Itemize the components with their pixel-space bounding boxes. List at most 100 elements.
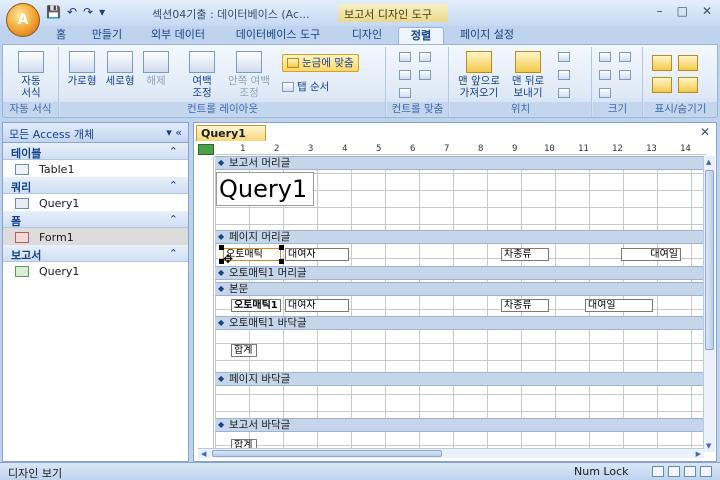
size-to-grid-button[interactable] [619, 51, 634, 63]
tab-external-data[interactable]: 외부 데이터 [142, 27, 214, 44]
align-bottom-button[interactable] [419, 69, 434, 81]
align-grid-button[interactable] [399, 87, 414, 99]
selection-handle[interactable] [219, 245, 224, 250]
align-right-button[interactable] [419, 51, 434, 63]
stacked-button[interactable]: 세로형 [102, 51, 138, 87]
scroll-right-icon[interactable]: ▶ [696, 450, 701, 458]
nav-item-query1[interactable]: Query1 [3, 194, 188, 211]
office-button[interactable]: A [6, 3, 40, 37]
layout-view-icon[interactable] [668, 466, 680, 477]
nav-group-tables[interactable]: 테이블 ⌃ [3, 143, 188, 160]
size-tallest-button[interactable] [599, 69, 614, 81]
show-ruler-button[interactable] [678, 55, 698, 73]
nav-item-report-query1[interactable]: Query1 [3, 262, 188, 279]
report-design-window: Query1 ✕ 1 2 3 4 5 6 7 8 9 10 11 12 13 1… [193, 122, 717, 462]
nav-item-table1[interactable]: Table1 [3, 160, 188, 177]
customize-qat-icon[interactable]: ▾ [99, 5, 105, 19]
horizontal-scrollbar[interactable]: ◀ ▶ [198, 448, 704, 458]
group-control-align: 컨트롤 맞춤 [387, 47, 449, 117]
nav-item-form1[interactable]: Form1 [3, 228, 188, 245]
show-header-footer-button[interactable] [652, 77, 672, 95]
align-left-button[interactable] [399, 51, 414, 63]
nav-header-controls-icon[interactable]: ▾ « [166, 126, 182, 139]
page-header-label-rental-date[interactable]: 대여일 [621, 248, 681, 261]
page-header-label-renter[interactable]: 대여자 [285, 248, 349, 261]
padding-button[interactable]: 안쪽 여백 조정 [224, 51, 274, 99]
nav-group-forms[interactable]: 폼 ⌃ [3, 211, 188, 228]
section-report-header[interactable]: 보고서 머리글 [215, 156, 704, 170]
horizontal-scroll-thumb[interactable] [212, 450, 442, 457]
nav-header[interactable]: 모든 Access 개체 ▾ « [3, 123, 188, 143]
undo-icon[interactable]: ↶ [67, 5, 77, 19]
tab-order-button[interactable]: 탭 순서 [282, 81, 329, 93]
tab-create[interactable]: 만들기 [84, 27, 130, 44]
nav-group-reports[interactable]: 보고서 ⌃ [3, 245, 188, 262]
align-top-button[interactable] [399, 69, 414, 81]
report-view-icon[interactable] [652, 466, 664, 477]
margins-button[interactable]: 여백 조정 [182, 51, 222, 99]
page-header-label-car-type[interactable]: 차종류 [501, 248, 549, 261]
report-design-canvas[interactable]: 보고서 머리글 Query1 페이지 머리글 오토매틱 ✥ 대여자 차종류 대여… [215, 156, 704, 452]
report-selector[interactable] [198, 144, 214, 155]
section-detail[interactable]: 본문 [215, 282, 704, 296]
size-to-fit-button[interactable] [599, 51, 614, 63]
scroll-down-icon[interactable]: ▼ [706, 442, 711, 450]
section-page-footer[interactable]: 페이지 바닥글 [215, 372, 704, 386]
tab-order-icon [282, 82, 294, 92]
document-tab-query1[interactable]: Query1 [196, 125, 266, 141]
size-grid-icon [619, 52, 631, 62]
tab-page-setup[interactable]: 페이지 설정 [452, 27, 522, 44]
minimize-icon[interactable]: – [657, 4, 663, 18]
show-grid-button[interactable] [652, 55, 672, 73]
vertical-scroll-thumb[interactable] [705, 170, 714, 350]
design-view-icon[interactable] [684, 466, 696, 477]
tab-arrange[interactable]: 정렬 [398, 27, 444, 44]
spacing-h-button[interactable] [558, 51, 573, 63]
group-size: 크기 [593, 47, 643, 117]
section-group-header[interactable]: 오토매틱1 머리글 [215, 266, 704, 280]
grid-icon [652, 55, 672, 71]
redo-icon[interactable]: ↷ [83, 5, 93, 19]
detail-field-car-type[interactable]: 차종류 [501, 299, 549, 312]
snap-to-grid-button[interactable]: 눈금에 맞춤 [282, 54, 359, 72]
size-shortest-button[interactable] [619, 69, 634, 81]
bring-to-front-button[interactable]: 맨 앞으로 가져오기 [456, 51, 502, 99]
selection-handle[interactable] [279, 245, 284, 250]
section-group-footer[interactable]: 오토매틱1 바닥글 [215, 316, 704, 330]
query-icon [15, 198, 29, 209]
close-document-icon[interactable]: ✕ [700, 125, 710, 139]
spacing-v-button[interactable] [558, 69, 573, 81]
save-icon[interactable]: 💾 [46, 5, 61, 19]
selection-handle[interactable] [279, 259, 284, 264]
ribbon: 자동 서식 자동 서식 가로형 세로형 해제 여백 조정 안쪽 여백 조정 눈금 [2, 44, 718, 118]
autoformat-button[interactable]: 자동 서식 [11, 51, 51, 99]
tabular-button[interactable]: 가로형 [64, 51, 100, 87]
report-title-label[interactable]: Query1 [216, 172, 314, 206]
tab-design[interactable]: 디자인 [344, 27, 390, 44]
group-footer-total-label[interactable]: 합계 [231, 344, 257, 357]
print-preview-icon[interactable] [700, 466, 712, 477]
detail-field-rental-date[interactable]: 대여일 [585, 299, 653, 312]
spacing-equal-button[interactable] [558, 87, 573, 99]
remove-layout-button[interactable]: 해제 [140, 51, 172, 87]
detail-field-automatic1[interactable]: 오토매틱1 [231, 299, 281, 312]
scroll-up-icon[interactable]: ▲ [706, 158, 711, 166]
section-page-header[interactable]: 페이지 머리글 [215, 230, 704, 244]
vertical-ruler[interactable] [198, 156, 214, 452]
send-to-back-button[interactable]: 맨 뒤로 보내기 [506, 51, 550, 99]
size-widest-button[interactable] [599, 87, 614, 99]
vertical-scrollbar[interactable]: ▲ ▼ [703, 156, 715, 452]
section-report-footer[interactable]: 보고서 바닥글 [215, 418, 704, 432]
maximize-icon[interactable]: □ [677, 4, 688, 18]
group-label-autoformat: 자동 서식 [3, 102, 58, 116]
tab-database-tools[interactable]: 데이터베이스 도구 [226, 27, 330, 44]
detail-field-renter[interactable]: 대여자 [285, 299, 349, 312]
close-icon[interactable]: ✕ [702, 4, 712, 18]
nav-group-queries[interactable]: 쿼리 ⌃ [3, 177, 188, 194]
show-page-header-button[interactable] [678, 77, 698, 95]
tab-home[interactable]: 홈 [48, 27, 74, 44]
scroll-left-icon[interactable]: ◀ [201, 450, 206, 458]
collapse-icon: ⌃ [168, 247, 178, 260]
collapse-icon: ⌃ [168, 145, 178, 158]
horizontal-ruler[interactable]: 1 2 3 4 5 6 7 8 9 10 11 12 13 14 [216, 144, 706, 155]
